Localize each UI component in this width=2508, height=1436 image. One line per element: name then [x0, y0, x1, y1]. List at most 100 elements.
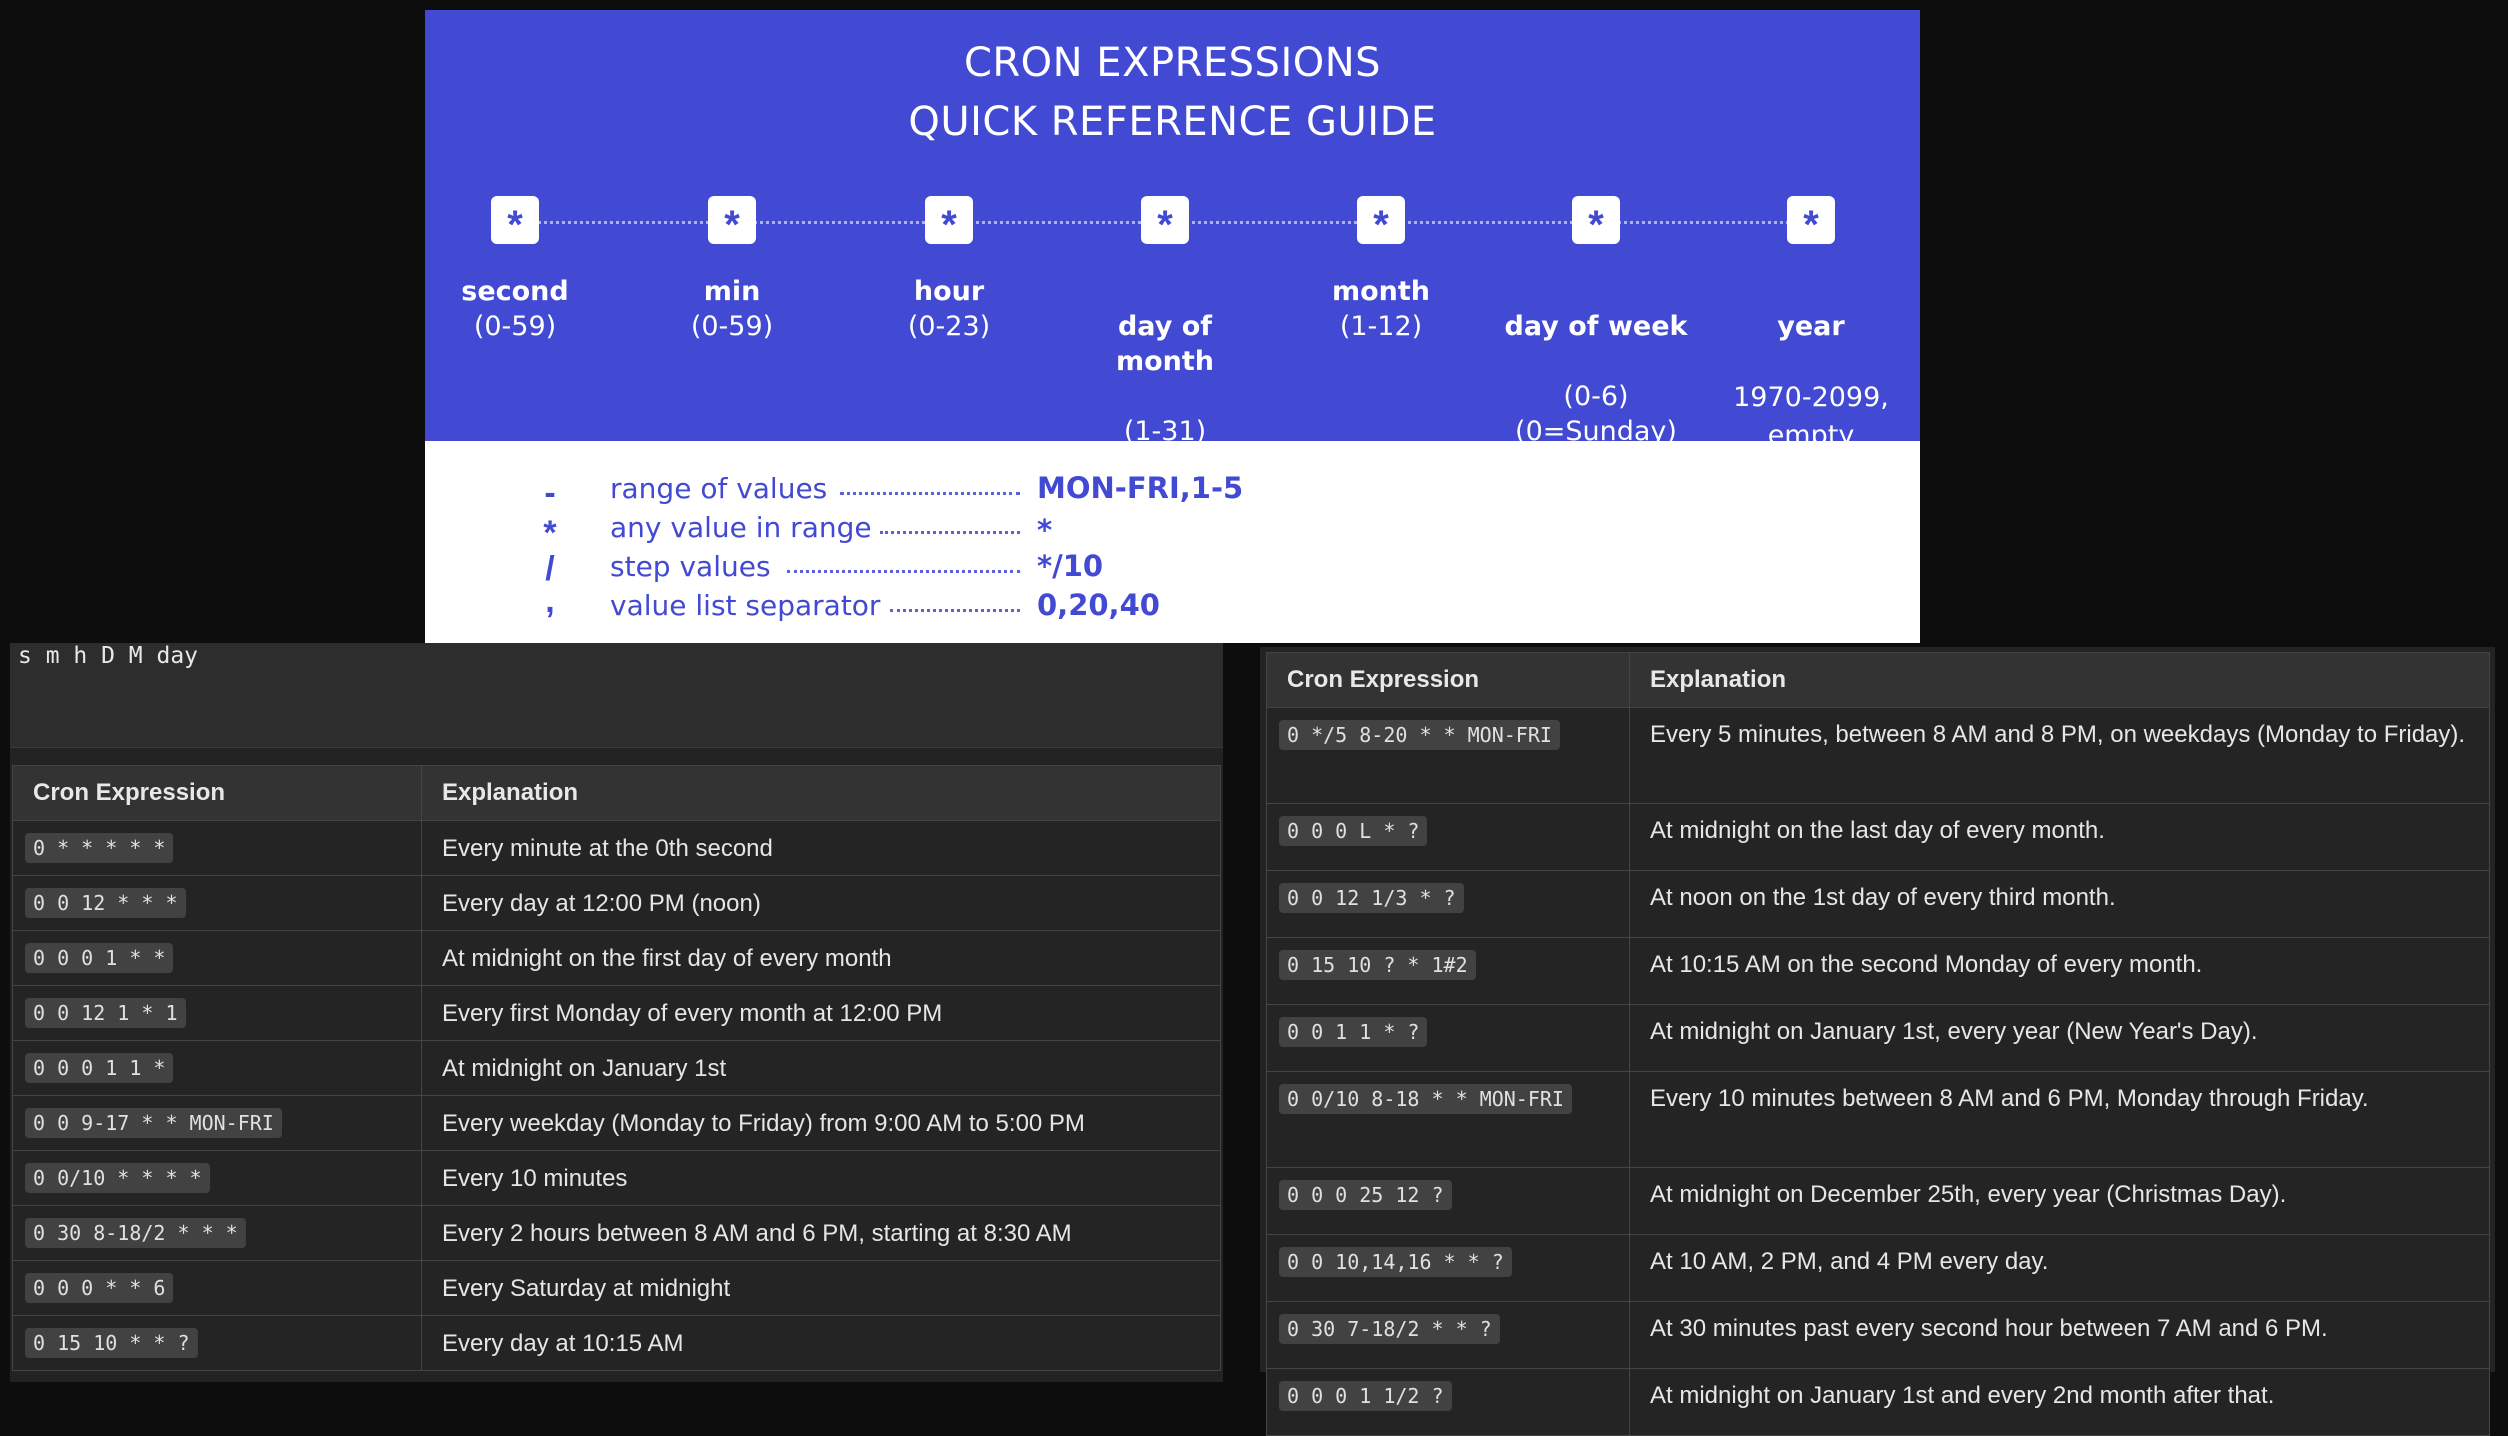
legend-desc-step: step values	[610, 550, 771, 583]
legend-example-list: 0,20,40	[1037, 588, 1160, 622]
field-name: min	[703, 276, 761, 307]
column-header-expression: Cron Expression	[12, 765, 422, 821]
explanation-cell: At noon on the 1st day of every third mo…	[1629, 870, 2490, 938]
expression-cell: 0 0 9-17 * * MON-FRI	[12, 1095, 422, 1151]
explanation-cell: Every 10 minutes between 8 AM and 6 PM, …	[1629, 1071, 2490, 1168]
explanation-cell: Every day at 12:00 PM (noon)	[421, 875, 1221, 931]
field-box-min: *	[708, 196, 756, 247]
table-row: 0 0 12 1/3 * ? At noon on the 1st day of …	[1266, 870, 2490, 938]
field-label-min: min (0-59)	[612, 274, 852, 344]
field-range: (0-6) (0=Sunday)	[1515, 381, 1677, 447]
table-row: 0 30 7-18/2 * * ? At 30 minutes past ever…	[1266, 1301, 2490, 1369]
legend-dots	[890, 609, 1020, 612]
cron-code[interactable]: 0 0 0 1 1 *	[25, 1053, 174, 1083]
cron-code[interactable]: 0 0 0 1 1/2 ?	[1279, 1381, 1452, 1411]
expression-cell: 0 */5 8-20 * * MON-FRI	[1266, 707, 1630, 804]
cron-code[interactable]: 0 0 0 L * ?	[1279, 816, 1428, 846]
cron-code[interactable]: 0 30 7-18/2 * * ?	[1279, 1314, 1500, 1344]
cron-code[interactable]: 0 0 12 1 * 1	[25, 998, 186, 1028]
cron-code[interactable]: 0 0 12 * * *	[25, 888, 186, 918]
table-row: 0 0/10 * * * * Every 10 minutes	[12, 1150, 1221, 1206]
legend-symbol-range: -	[544, 474, 556, 512]
guide-title-line2: QUICK REFERENCE GUIDE	[908, 99, 1437, 145]
cron-code[interactable]: 0 0 12 1/3 * ?	[1279, 883, 1464, 913]
explanation-cell: At midnight on January 1st, every year (…	[1629, 1004, 2490, 1072]
legend-example-range: MON-FRI,1-5	[1037, 471, 1244, 505]
expression-cell: 0 0 10,14,16 * * ?	[1266, 1234, 1630, 1302]
cron-code[interactable]: 0 15 10 ? * 1#2	[1279, 950, 1476, 980]
explanation-cell: Every first Monday of every month at 12:…	[421, 985, 1221, 1041]
left-panel: s m h D M day Cron Expression Explanatio…	[10, 643, 1223, 1382]
field-box-year: *	[1787, 196, 1835, 247]
cron-code[interactable]: 0 * * * * *	[25, 833, 174, 863]
legend-dots	[880, 531, 1020, 534]
expression-cell: 0 0 12 1/3 * ?	[1266, 870, 1630, 938]
expression-cell: 0 0 0 * * 6	[12, 1260, 422, 1316]
cron-reference-guide: CRON EXPRESSIONS QUICK REFERENCE GUIDE *…	[425, 10, 1920, 643]
field-range: 1970-2099, empty	[1733, 382, 1889, 451]
field-name: day of week	[1504, 311, 1688, 342]
explanation-cell: Every weekday (Monday to Friday) from 9:…	[421, 1095, 1221, 1151]
cron-table-left: Cron Expression Explanation 0 * * * * * E…	[12, 765, 1221, 1371]
expression-cell: 0 0 0 25 12 ?	[1266, 1167, 1630, 1235]
cron-code[interactable]: 0 0 0 * * 6	[25, 1273, 174, 1303]
table-row: 0 0 1 1 * ? At midnight on January 1st, e…	[1266, 1004, 2490, 1072]
explanation-cell: At midnight on January 1st	[421, 1040, 1221, 1096]
table-row: 0 15 10 ? * 1#2 At 10:15 AM on the second…	[1266, 937, 2490, 1005]
field-box-day-of-month: *	[1141, 196, 1189, 247]
cron-code[interactable]: 0 0 10,14,16 * * ?	[1279, 1247, 1512, 1277]
legend-desc-range: range of values	[610, 472, 828, 505]
expression-cell: 0 30 7-18/2 * * ?	[1266, 1301, 1630, 1369]
cron-code[interactable]: 0 */5 8-20 * * MON-FRI	[1279, 720, 1560, 750]
expression-cell: 0 15 10 * * ?	[12, 1315, 422, 1371]
expression-cell: 0 0 12 1 * 1	[12, 985, 422, 1041]
cron-code[interactable]: 0 0 9-17 * * MON-FRI	[25, 1108, 282, 1138]
column-header-expression: Cron Expression	[1266, 652, 1630, 708]
cron-code[interactable]: 0 0 0 1 * *	[25, 943, 174, 973]
table-row: 0 30 8-18/2 * * * Every 2 hours between 8…	[12, 1205, 1221, 1261]
table-row: 0 0/10 8-18 * * MON-FRI Every 10 minutes …	[1266, 1071, 2490, 1168]
cron-code[interactable]: 0 0 0 25 12 ?	[1279, 1180, 1452, 1210]
field-name: hour	[913, 276, 985, 307]
cron-code[interactable]: 0 0 1 1 * ?	[1279, 1017, 1428, 1047]
table-header-row: Cron Expression Explanation	[12, 765, 1221, 821]
expression-cell: 0 * * * * *	[12, 820, 422, 876]
cron-code[interactable]: 0 15 10 * * ?	[25, 1328, 198, 1358]
cron-code[interactable]: 0 0/10 8-18 * * MON-FRI	[1279, 1084, 1572, 1114]
explanation-cell: Every 10 minutes	[421, 1150, 1221, 1206]
legend-dots	[840, 492, 1020, 495]
explanation-cell: At midnight on the last day of every mon…	[1629, 803, 2490, 871]
field-range: (0-59)	[690, 311, 774, 342]
legend-desc-list: value list separator	[610, 589, 881, 622]
field-label-year: year 1970-2099, empty	[1691, 274, 1920, 490]
field-box-hour: *	[925, 196, 973, 247]
field-name: second	[461, 276, 569, 307]
table-header-row: Cron Expression Explanation	[1266, 652, 2490, 708]
explanation-cell: At midnight on the first day of every mo…	[421, 930, 1221, 986]
column-header-explanation: Explanation	[1629, 652, 2490, 708]
table-row: 0 */5 8-20 * * MON-FRI Every 5 minutes, b…	[1266, 707, 2490, 804]
expression-cell: 0 0 1 1 * ?	[1266, 1004, 1630, 1072]
table-row: 0 0 12 * * * Every day at 12:00 PM (noon)	[12, 875, 1221, 931]
explanation-cell: Every 2 hours between 8 AM and 6 PM, sta…	[421, 1205, 1221, 1261]
explanation-cell: At 10 AM, 2 PM, and 4 PM every day.	[1629, 1234, 2490, 1302]
note-editor[interactable]: s m h D M day	[10, 643, 1223, 748]
explanation-cell: Every Saturday at midnight	[421, 1260, 1221, 1316]
explanation-cell: At 30 minutes past every second hour bet…	[1629, 1301, 2490, 1369]
expression-cell: 0 0 0 1 1 *	[12, 1040, 422, 1096]
legend-dots	[787, 570, 1020, 573]
field-box-month: *	[1357, 196, 1405, 247]
field-label-second: second (0-59)	[425, 274, 635, 344]
table-row: 0 0 9-17 * * MON-FRI Every weekday (Monda…	[12, 1095, 1221, 1151]
field-name: month	[1331, 276, 1431, 307]
legend-example-step: */10	[1037, 549, 1104, 583]
legend-desc-any: any value in range	[610, 511, 872, 544]
field-range: (0-59)	[473, 311, 557, 342]
expression-cell: 0 0 0 1 * *	[12, 930, 422, 986]
cron-code[interactable]: 0 0/10 * * * *	[25, 1163, 210, 1193]
table-row: 0 0 0 L * ? At midnight on the last day o…	[1266, 803, 2490, 871]
legend-symbol-any: *	[543, 514, 557, 552]
expression-cell: 0 0/10 * * * *	[12, 1150, 422, 1206]
cron-code[interactable]: 0 30 8-18/2 * * *	[25, 1218, 246, 1248]
legend-symbol-list: ,	[545, 582, 555, 620]
